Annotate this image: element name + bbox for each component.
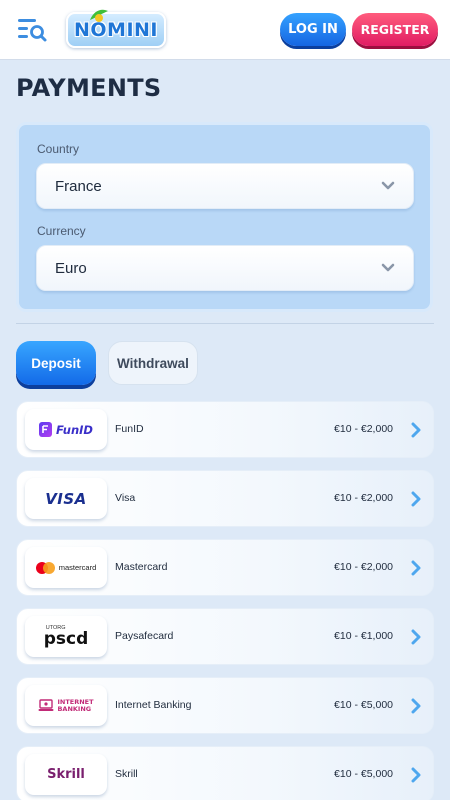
top-header: NOMINI LOG IN REGISTER bbox=[0, 0, 450, 60]
method-range: €10 - €2,000 bbox=[334, 423, 393, 435]
method-range: €10 - €5,000 bbox=[334, 768, 393, 780]
pscd-logo-text: pscd bbox=[43, 629, 89, 649]
method-range: €10 - €5,000 bbox=[334, 699, 393, 711]
chevron-down-icon bbox=[381, 181, 395, 190]
payment-row-funid[interactable]: FunID FunID €10 - €2,000 bbox=[16, 401, 434, 458]
tab-deposit[interactable]: Deposit bbox=[16, 341, 96, 385]
skrill-logo: Skrill bbox=[25, 754, 107, 795]
payment-row-mastercard[interactable]: mastercard Mastercard €10 - €2,000 bbox=[16, 539, 434, 596]
currency-value: Euro bbox=[55, 260, 87, 277]
method-range: €10 - €2,000 bbox=[334, 492, 393, 504]
register-button[interactable]: REGISTER bbox=[352, 13, 438, 46]
page-title: PAYMENTS bbox=[16, 74, 162, 102]
mastercard-logo: mastercard bbox=[25, 547, 107, 588]
logo-text: NOMINI bbox=[73, 19, 158, 41]
method-name: Mastercard bbox=[115, 561, 168, 573]
currency-select[interactable]: Euro bbox=[36, 245, 414, 291]
filter-panel: Country France Currency Euro bbox=[16, 122, 433, 312]
payment-row-visa[interactable]: VISA Visa €10 - €2,000 bbox=[16, 470, 434, 527]
funid-logo-text: FunID bbox=[56, 422, 93, 437]
chevron-right-icon bbox=[411, 698, 421, 714]
internet-banking-logo: INTERNET BANKING bbox=[25, 685, 107, 726]
skrill-logo-text: Skrill bbox=[47, 767, 85, 782]
tab-withdrawal[interactable]: Withdrawal bbox=[108, 341, 198, 385]
mastercard-logo-text: mastercard bbox=[58, 563, 97, 572]
method-name: Internet Banking bbox=[115, 699, 192, 711]
visa-logo-text: VISA bbox=[45, 489, 87, 508]
brand-logo[interactable]: NOMINI bbox=[66, 9, 166, 48]
laptop-icon bbox=[38, 698, 54, 711]
visa-logo: VISA bbox=[25, 478, 107, 519]
payment-row-skrill[interactable]: Skrill Skrill €10 - €5,000 bbox=[16, 746, 434, 800]
login-button[interactable]: LOG IN bbox=[280, 13, 346, 46]
payment-row-paysafecard[interactable]: UTORG pscd Paysafecard €10 - €1,000 bbox=[16, 608, 434, 665]
method-name: Paysafecard bbox=[115, 630, 174, 642]
chevron-down-icon bbox=[381, 263, 395, 272]
mastercard-circles-icon bbox=[35, 561, 56, 574]
menu-search-icon[interactable] bbox=[16, 16, 48, 44]
leaf-icon bbox=[90, 9, 108, 22]
paysafecard-logo: UTORG pscd bbox=[25, 616, 107, 657]
method-name: Visa bbox=[115, 492, 136, 504]
method-range: €10 - €1,000 bbox=[334, 630, 393, 642]
chevron-right-icon bbox=[411, 560, 421, 576]
payment-row-internet-banking[interactable]: INTERNET BANKING Internet Banking €10 - … bbox=[16, 677, 434, 734]
chevron-right-icon bbox=[411, 767, 421, 783]
internet-banking-logo-line2: BANKING bbox=[57, 704, 92, 713]
funid-logo: FunID bbox=[25, 409, 107, 450]
funid-mark-icon bbox=[39, 422, 53, 437]
country-label: Country bbox=[37, 142, 80, 156]
chevron-right-icon bbox=[411, 422, 421, 438]
method-name: FunID bbox=[115, 423, 144, 435]
divider bbox=[16, 323, 434, 324]
country-value: France bbox=[55, 178, 102, 195]
chevron-right-icon bbox=[411, 491, 421, 507]
payments-page: NOMINI LOG IN REGISTER PAYMENTS Country … bbox=[0, 0, 450, 800]
method-name: Skrill bbox=[115, 768, 138, 780]
method-range: €10 - €2,000 bbox=[334, 561, 393, 573]
currency-label: Currency bbox=[37, 224, 86, 238]
country-select[interactable]: France bbox=[36, 163, 414, 209]
chevron-right-icon bbox=[411, 629, 421, 645]
